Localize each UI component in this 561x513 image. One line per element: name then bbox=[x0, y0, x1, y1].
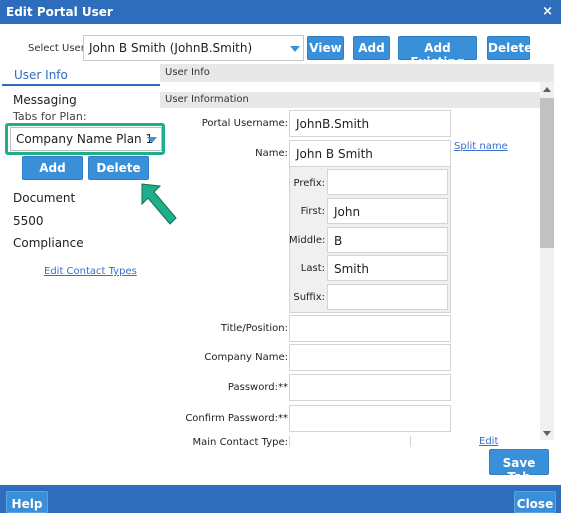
middle-label: Middle: bbox=[289, 235, 326, 246]
title-position-field[interactable] bbox=[289, 315, 451, 342]
suffix-label: Suffix: bbox=[293, 292, 325, 303]
prefix-field[interactable] bbox=[327, 169, 448, 195]
main-contact-type-label: Main Contact Type: bbox=[192, 437, 288, 447]
name-label: Name: bbox=[255, 148, 288, 159]
split-name-link[interactable]: Split name bbox=[454, 141, 508, 152]
close-icon[interactable]: × bbox=[542, 4, 553, 19]
tab-document[interactable]: Document bbox=[13, 191, 75, 205]
window-title: Edit Portal User bbox=[6, 5, 113, 19]
help-button[interactable]: Help bbox=[6, 491, 48, 513]
prefix-label: Prefix: bbox=[293, 178, 325, 189]
confirm-password-label: Confirm Password:** bbox=[185, 413, 288, 424]
last-value: Smith bbox=[334, 262, 369, 276]
tab-messaging[interactable]: Messaging bbox=[13, 93, 77, 107]
edit-contact-types-link[interactable]: Edit Contact Types bbox=[44, 266, 137, 277]
band-user-info: User Info bbox=[160, 64, 554, 82]
portal-username-value: JohnB.Smith bbox=[296, 117, 370, 131]
suffix-field[interactable] bbox=[327, 284, 448, 310]
password-field[interactable] bbox=[289, 374, 451, 401]
select-user-value: John B Smith (JohnB.Smith) bbox=[89, 41, 253, 55]
band-user-info-label: User Info bbox=[165, 67, 210, 78]
chevron-down-icon bbox=[290, 46, 300, 52]
name-field[interactable]: John B Smith bbox=[289, 140, 451, 167]
tab-user-info-label: User Info bbox=[14, 68, 68, 82]
add-user-button[interactable]: Add bbox=[353, 36, 390, 60]
view-button[interactable]: View bbox=[307, 36, 344, 60]
tabs-for-plan-label: Tabs for Plan: bbox=[13, 110, 87, 123]
portal-username-label: Portal Username: bbox=[201, 118, 288, 129]
company-name-field[interactable] bbox=[289, 344, 451, 371]
window-titlebar: Edit Portal User × bbox=[0, 0, 561, 24]
select-user-label: Select User: bbox=[28, 43, 89, 54]
add-tab-button[interactable]: Add bbox=[22, 156, 83, 180]
pointer-arrow-icon bbox=[141, 183, 177, 225]
portal-username-field[interactable]: JohnB.Smith bbox=[289, 110, 451, 137]
main-contact-type-field[interactable] bbox=[289, 436, 411, 447]
tab-5500[interactable]: 5500 bbox=[13, 214, 44, 228]
delete-user-button[interactable]: Delete bbox=[487, 36, 532, 60]
name-value: John B Smith bbox=[296, 147, 373, 161]
close-button[interactable]: Close bbox=[514, 491, 556, 513]
last-field[interactable]: Smith bbox=[327, 255, 448, 281]
tab-user-info[interactable]: User Info bbox=[2, 64, 160, 86]
select-user-dropdown[interactable]: John B Smith (JohnB.Smith) bbox=[83, 35, 304, 61]
scroll-down-icon[interactable] bbox=[542, 430, 552, 438]
company-name-label: Company Name: bbox=[204, 352, 288, 363]
footer-bar bbox=[0, 485, 561, 513]
scroll-up-icon[interactable] bbox=[542, 85, 552, 93]
delete-tab-button[interactable]: Delete bbox=[88, 156, 149, 180]
main-contact-row-clip: Main Contact Type: Edit bbox=[160, 436, 540, 447]
save-tab-button[interactable]: Save Tab bbox=[489, 449, 549, 484]
edit-contact-type-link[interactable]: Edit bbox=[479, 436, 498, 447]
first-value: John bbox=[334, 205, 361, 219]
scrollbar-thumb[interactable] bbox=[540, 98, 554, 248]
title-position-label: Title/Position: bbox=[220, 323, 288, 334]
band-user-information-label: User Information bbox=[165, 94, 249, 105]
password-label: Password:** bbox=[227, 382, 288, 393]
first-label: First: bbox=[300, 206, 325, 217]
band-user-information: User Information bbox=[160, 92, 540, 108]
middle-field[interactable]: B bbox=[327, 227, 448, 253]
middle-value: B bbox=[334, 234, 343, 248]
add-existing-button[interactable]: Add Existing bbox=[398, 36, 477, 69]
first-field[interactable]: John bbox=[327, 198, 448, 224]
tab-compliance[interactable]: Compliance bbox=[13, 236, 84, 250]
highlight-box bbox=[5, 123, 165, 155]
last-label: Last: bbox=[300, 263, 325, 274]
confirm-password-field[interactable] bbox=[289, 405, 451, 432]
